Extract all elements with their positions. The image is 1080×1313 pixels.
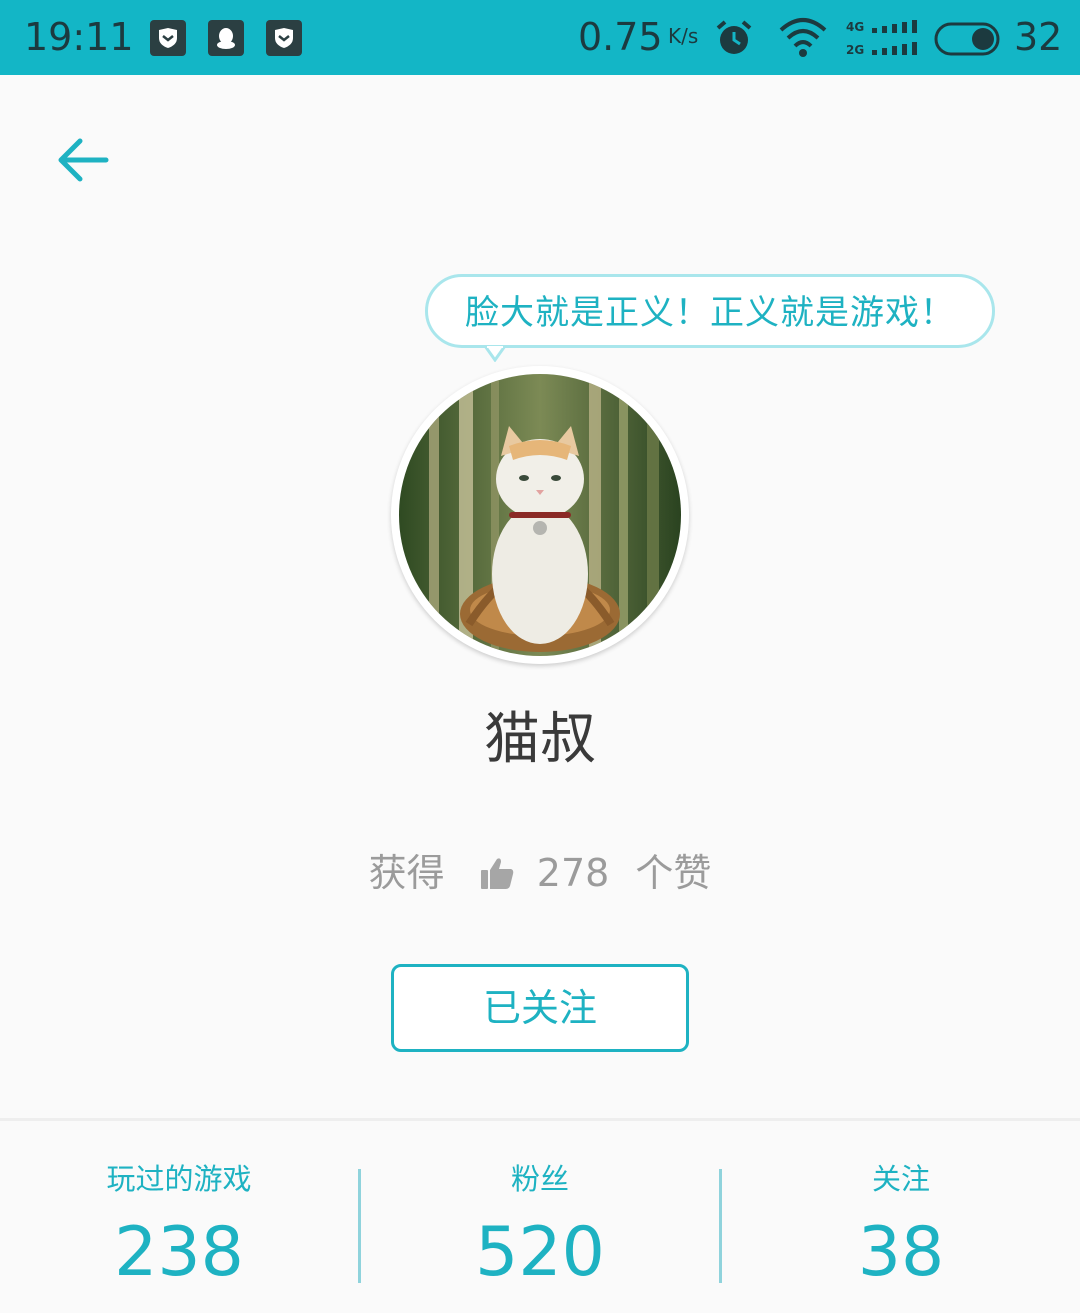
- network-speed: 0.75: [578, 15, 663, 59]
- signature-bubble: 脸大就是正义！正义就是游戏！: [425, 274, 995, 348]
- signature-text: 脸大就是正义！正义就是游戏！: [465, 293, 955, 333]
- qq-icon: [208, 20, 244, 56]
- thumbs-up-icon: [480, 857, 513, 889]
- bubble-tail: [484, 346, 506, 362]
- likes-summary: 获得 278 个赞: [0, 846, 1080, 897]
- wifi-icon: [779, 18, 827, 57]
- likes-count: 278: [536, 850, 610, 895]
- stat-following[interactable]: 关注 38: [722, 1121, 1080, 1313]
- likes-prefix: 获得: [368, 850, 445, 895]
- username: 猫叔: [484, 707, 596, 772]
- stat-label: 关注: [871, 1162, 930, 1196]
- network-label-4g: 4G: [846, 20, 865, 34]
- stat-value: 520: [475, 1213, 605, 1292]
- stat-label: 玩过的游戏: [106, 1162, 252, 1196]
- battery-level: 32: [1014, 15, 1063, 59]
- arrow-left-icon: [58, 138, 109, 182]
- back-button[interactable]: [52, 128, 116, 192]
- stats-bar: 玩过的游戏 238 粉丝 520 关注 38: [0, 1121, 1080, 1313]
- shield-icon: [150, 20, 186, 56]
- alarm-icon: [716, 20, 752, 54]
- cat-avatar-image: [399, 374, 681, 656]
- shield-icon: [266, 20, 302, 56]
- stat-value: 238: [114, 1213, 244, 1292]
- network-speed-unit: K/s: [668, 24, 699, 48]
- battery-icon: [934, 22, 1000, 56]
- stat-games-played[interactable]: 玩过的游戏 238: [0, 1121, 358, 1313]
- status-time: 19:11: [24, 15, 134, 59]
- signal-icon: [872, 20, 917, 55]
- stat-fans[interactable]: 粉丝 520: [361, 1121, 719, 1313]
- likes-suffix: 个赞: [635, 850, 712, 895]
- status-bar: 19:11 0.75 K/s 4G 2G 32: [0, 0, 1080, 75]
- network-label-2g: 2G: [846, 43, 865, 57]
- follow-button[interactable]: 已关注: [391, 964, 689, 1052]
- avatar[interactable]: [391, 366, 689, 664]
- stat-label: 粉丝: [510, 1162, 569, 1196]
- stat-value: 38: [857, 1213, 945, 1292]
